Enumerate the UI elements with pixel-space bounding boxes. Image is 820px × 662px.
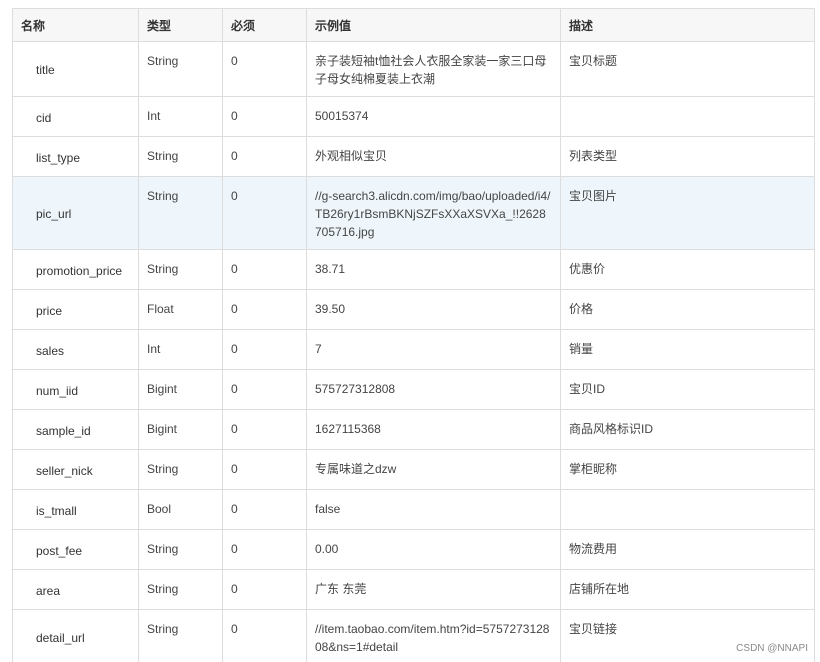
cell-name: sales — [12, 329, 139, 370]
cell-required: 0 — [222, 609, 307, 662]
cell-name: area — [12, 569, 139, 610]
cell-description: 掌柜昵称 — [560, 449, 815, 490]
cell-required: 0 — [222, 529, 307, 570]
cell-example: 亲子装短袖t恤社会人衣服全家装一家三口母子母女纯棉夏装上衣潮 — [306, 41, 561, 97]
cell-type: Float — [138, 289, 223, 330]
header-required: 必须 — [222, 8, 307, 42]
cell-example: 38.71 — [306, 249, 561, 290]
cell-type: Bool — [138, 489, 223, 530]
cell-description: 销量 — [560, 329, 815, 370]
header-example: 示例值 — [306, 8, 561, 42]
cell-example: //item.taobao.com/item.htm?id=5757273128… — [306, 609, 561, 662]
cell-name: num_iid — [12, 369, 139, 410]
cell-type: Int — [138, 329, 223, 370]
cell-type: String — [138, 41, 223, 97]
cell-example: 广东 东莞 — [306, 569, 561, 610]
cell-required: 0 — [222, 329, 307, 370]
cell-required: 0 — [222, 96, 307, 137]
cell-name: pic_url — [12, 176, 139, 250]
cell-required: 0 — [222, 289, 307, 330]
cell-example: false — [306, 489, 561, 530]
cell-type: String — [138, 136, 223, 177]
table-row: list_type String 0 外观相似宝贝 列表类型 — [12, 136, 815, 177]
cell-type: Int — [138, 96, 223, 137]
table-row: pic_url String 0 //g-search3.alicdn.com/… — [12, 176, 815, 250]
cell-example: 专属味道之dzw — [306, 449, 561, 490]
cell-description: 宝贝链接 — [560, 609, 815, 662]
cell-description — [560, 96, 815, 137]
cell-type: String — [138, 249, 223, 290]
cell-example: 50015374 — [306, 96, 561, 137]
table-row: detail_url String 0 //item.taobao.com/it… — [12, 609, 815, 662]
cell-description: 物流费用 — [560, 529, 815, 570]
cell-description: 店铺所在地 — [560, 569, 815, 610]
cell-example: 39.50 — [306, 289, 561, 330]
cell-required: 0 — [222, 41, 307, 97]
cell-description: 价格 — [560, 289, 815, 330]
table-row: area String 0 广东 东莞 店铺所在地 — [12, 569, 815, 610]
cell-description: 商品风格标识ID — [560, 409, 815, 450]
cell-example: 1627115368 — [306, 409, 561, 450]
cell-name: cid — [12, 96, 139, 137]
table-row: seller_nick String 0 专属味道之dzw 掌柜昵称 — [12, 449, 815, 490]
table-row: post_fee String 0 0.00 物流费用 — [12, 529, 815, 570]
cell-name: seller_nick — [12, 449, 139, 490]
cell-description: 优惠价 — [560, 249, 815, 290]
api-fields-table: 名称 类型 必须 示例值 描述 title String 0 亲子装短袖t恤社会… — [12, 8, 815, 662]
cell-example: 外观相似宝贝 — [306, 136, 561, 177]
cell-type: String — [138, 569, 223, 610]
cell-required: 0 — [222, 569, 307, 610]
cell-type: String — [138, 529, 223, 570]
cell-type: Bigint — [138, 409, 223, 450]
header-type: 类型 — [138, 8, 223, 42]
cell-description: 宝贝图片 — [560, 176, 815, 250]
cell-required: 0 — [222, 409, 307, 450]
cell-type: String — [138, 176, 223, 250]
table-header-row: 名称 类型 必须 示例值 描述 — [12, 8, 815, 42]
cell-required: 0 — [222, 136, 307, 177]
cell-description — [560, 489, 815, 530]
cell-description: 宝贝标题 — [560, 41, 815, 97]
cell-example: //g-search3.alicdn.com/img/bao/uploaded/… — [306, 176, 561, 250]
table-row: sample_id Bigint 0 1627115368 商品风格标识ID — [12, 409, 815, 450]
header-name: 名称 — [12, 8, 139, 42]
cell-required: 0 — [222, 489, 307, 530]
cell-name: detail_url — [12, 609, 139, 662]
table-row: cid Int 0 50015374 — [12, 96, 815, 137]
cell-required: 0 — [222, 249, 307, 290]
cell-required: 0 — [222, 176, 307, 250]
cell-example: 0.00 — [306, 529, 561, 570]
cell-name: price — [12, 289, 139, 330]
watermark: CSDN @NNAPI — [736, 643, 808, 654]
cell-description: 列表类型 — [560, 136, 815, 177]
header-description: 描述 — [560, 8, 815, 42]
cell-example: 575727312808 — [306, 369, 561, 410]
cell-name: is_tmall — [12, 489, 139, 530]
table-row: num_iid Bigint 0 575727312808 宝贝ID — [12, 369, 815, 410]
table-row: is_tmall Bool 0 false — [12, 489, 815, 530]
cell-description: 宝贝ID — [560, 369, 815, 410]
cell-name: sample_id — [12, 409, 139, 450]
cell-name: title — [12, 41, 139, 97]
cell-name: list_type — [12, 136, 139, 177]
cell-type: String — [138, 449, 223, 490]
table-row: sales Int 0 7 销量 — [12, 329, 815, 370]
cell-required: 0 — [222, 449, 307, 490]
table-row: price Float 0 39.50 价格 — [12, 289, 815, 330]
cell-name: post_fee — [12, 529, 139, 570]
cell-type: String — [138, 609, 223, 662]
cell-type: Bigint — [138, 369, 223, 410]
cell-required: 0 — [222, 369, 307, 410]
table-row: title String 0 亲子装短袖t恤社会人衣服全家装一家三口母子母女纯棉… — [12, 41, 815, 97]
table-row: promotion_price String 0 38.71 优惠价 — [12, 249, 815, 290]
cell-example: 7 — [306, 329, 561, 370]
page: 名称 类型 必须 示例值 描述 title String 0 亲子装短袖t恤社会… — [0, 0, 820, 662]
cell-name: promotion_price — [12, 249, 139, 290]
